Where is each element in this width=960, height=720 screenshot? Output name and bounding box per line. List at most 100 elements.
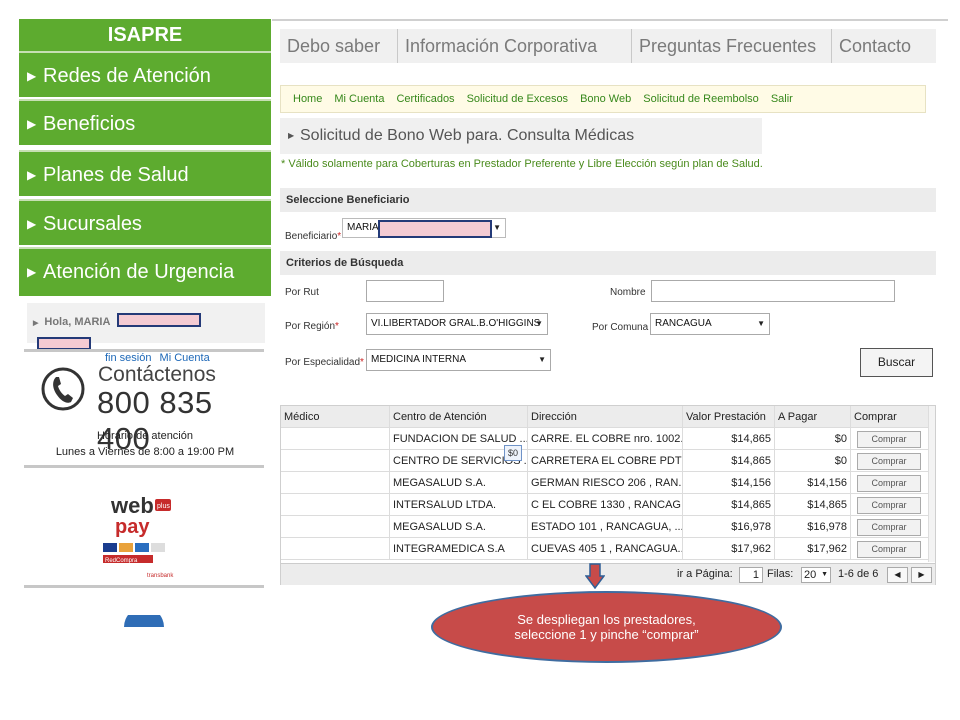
cell-valor: $14,865	[683, 494, 775, 516]
table-row[interactable]: CENTRO DE SERVICIOS ... CARRETERA EL COB…	[281, 450, 929, 472]
table-row[interactable]: MEGASALUD S.A. GERMAN RIESCO 206 , RAN..…	[281, 472, 929, 494]
cell-valor: $14,865	[683, 450, 775, 472]
rows-per-page-select[interactable]: 20 ▼	[801, 567, 831, 583]
table-row[interactable]: MEGASALUD S.A. ESTADO 101 , RANCAGUA, ..…	[281, 516, 929, 538]
column-header-direccion[interactable]: Dirección	[528, 406, 683, 428]
buy-button[interactable]: Comprar	[857, 453, 921, 470]
region-label: Por Región*	[285, 321, 339, 332]
chevron-right-icon: ▶	[27, 265, 37, 279]
search-button[interactable]: Buscar	[860, 348, 933, 377]
column-header-valor[interactable]: Valor Prestación	[683, 406, 775, 428]
subnav-salir[interactable]: Salir	[771, 93, 793, 105]
topnav-contacto[interactable]: Contacto	[832, 29, 936, 63]
prev-page-button[interactable]: ◀	[887, 567, 908, 583]
sidebar-item-label: Atención de Urgencia	[43, 261, 235, 283]
cell-medico	[281, 516, 390, 538]
cell-valor: $14,865	[683, 428, 775, 450]
row-range: 1-6 de 6	[838, 568, 879, 580]
specialty-select[interactable]: MEDICINA INTERNA ▼	[366, 349, 551, 371]
table-scrollbar[interactable]	[928, 406, 935, 562]
page-number-input[interactable]: 1	[739, 567, 763, 583]
coverage-note: * Válido solamente para Coberturas en Pr…	[281, 158, 763, 170]
sidebar-item-planes[interactable]: ▶ Planes de Salud	[19, 150, 271, 196]
table-pager: ir a Página: 1 Filas: 20 ▼ 1-6 de 6 ◀ ▶	[281, 563, 935, 585]
phone-icon	[41, 367, 85, 411]
column-header-medico[interactable]: Médico	[281, 406, 390, 428]
chevron-right-icon: ▶	[27, 168, 37, 182]
hours-detail: Lunes a Viernes de 8:00 a 19:00 PM	[55, 446, 235, 458]
svg-text:pay: pay	[115, 516, 150, 538]
topnav-informacion-corporativa[interactable]: Información Corporativa	[398, 29, 632, 63]
next-page-button[interactable]: ▶	[911, 567, 932, 583]
sidebar-item-label: Redes de Atención	[43, 65, 211, 87]
chevron-right-icon: ▶	[918, 570, 925, 579]
buy-button[interactable]: Comprar	[857, 541, 921, 558]
cell-pagar: $16,978	[775, 516, 851, 538]
comuna-label: Por Comuna	[592, 322, 649, 333]
subnav-bono-web[interactable]: Bono Web	[580, 93, 631, 105]
name-label: Nombre	[610, 287, 646, 298]
instruction-callout: Se despliegan los prestadores, seleccion…	[431, 591, 782, 663]
chevron-right-icon: ▶	[27, 117, 37, 131]
cell-centro: INTERSALUD LTDA.	[390, 494, 528, 516]
screenshot-stage: ISAPRE ▶ Redes de Atención ▶ Beneficios …	[0, 0, 960, 720]
subnav-home[interactable]: Home	[293, 93, 322, 105]
page-title: ▶ Solicitud de Bono Web para. Consulta M…	[280, 118, 762, 154]
sidebar-title: ISAPRE	[19, 19, 271, 51]
rut-label: Por Rut	[285, 287, 319, 298]
subnav-certificados[interactable]: Certificados	[396, 93, 454, 105]
buy-button[interactable]: Comprar	[857, 519, 921, 536]
comuna-select[interactable]: RANCAGUA ▼	[650, 313, 770, 335]
cell-direccion: C EL COBRE 1330 , RANCAG...	[528, 494, 683, 516]
results-table: Médico Centro de Atención Dirección Valo…	[280, 405, 936, 585]
region-select[interactable]: VI.LIBERTADOR GRAL.B.O'HIGGINS ▼	[366, 313, 548, 335]
buy-button[interactable]: Comprar	[857, 497, 921, 514]
sidebar-item-redes[interactable]: ▶ Redes de Atención	[19, 51, 271, 97]
chevron-down-icon: ▼	[538, 355, 546, 364]
chevron-right-icon: ▶	[27, 217, 37, 231]
table-row[interactable]: INTEGRAMEDICA S.A CUEVAS 405 1 , RANCAGU…	[281, 538, 929, 560]
buy-button[interactable]: Comprar	[857, 475, 921, 492]
cell-direccion: CARRE. EL COBRE nro. 1002...	[528, 428, 683, 450]
subnav-mi-cuenta[interactable]: Mi Cuenta	[334, 93, 384, 105]
criteria-section-header: Criterios de Búsqueda	[280, 251, 936, 275]
topnav-preguntas-frecuentes[interactable]: Preguntas Frecuentes	[632, 29, 832, 63]
subnav-solicitud-reembolso[interactable]: Solicitud de Reembolso	[643, 93, 759, 105]
cell-pagar: $14,156	[775, 472, 851, 494]
goto-page-label: ir a Página:	[677, 568, 733, 580]
topnav-debo-saber[interactable]: Debo saber	[280, 29, 398, 63]
subnav-solicitud-excesos[interactable]: Solicitud de Excesos	[467, 93, 569, 105]
sidebar-item-beneficios[interactable]: ▶ Beneficios	[19, 99, 271, 145]
column-header-centro[interactable]: Centro de Atención	[390, 406, 528, 428]
sidebar-item-label: Planes de Salud	[43, 164, 189, 186]
contact-title: Contáctenos	[98, 363, 216, 386]
cell-medico	[281, 450, 390, 472]
cell-direccion: CUEVAS 405 1 , RANCAGUA...	[528, 538, 683, 560]
redacted-surname	[117, 313, 201, 327]
sidebar: ISAPRE ▶ Redes de Atención ▶ Beneficios …	[19, 19, 271, 627]
sidebar-item-urgencia[interactable]: ▶ Atención de Urgencia	[19, 247, 271, 296]
divider	[24, 585, 264, 588]
cell-medico	[281, 538, 390, 560]
chevron-down-icon: ▼	[821, 571, 828, 578]
cell-valor: $16,978	[683, 516, 775, 538]
cell-pagar: $0	[775, 428, 851, 450]
beneficiary-section-header: Seleccione Beneficiario	[280, 188, 936, 212]
table-row[interactable]: INTERSALUD LTDA. C EL COBRE 1330 , RANCA…	[281, 494, 929, 516]
chevron-right-icon: ▶	[27, 69, 37, 83]
chevron-down-icon: ▼	[757, 319, 765, 328]
name-input[interactable]	[651, 280, 895, 302]
svg-text:RedCompra: RedCompra	[105, 558, 138, 564]
top-nav: Debo saber Información Corporativa Pregu…	[280, 29, 936, 63]
chevron-down-icon: ▼	[493, 223, 501, 232]
sidebar-item-label: Beneficios	[43, 113, 136, 135]
callout-line: seleccione 1 y pinche “comprar”	[514, 627, 699, 642]
column-header-pagar[interactable]: A Pagar	[775, 406, 851, 428]
sidebar-item-sucursales[interactable]: ▶ Sucursales	[19, 199, 271, 245]
buy-button[interactable]: Comprar	[857, 431, 921, 448]
divider	[24, 465, 264, 468]
table-row[interactable]: FUNDACION DE SALUD ... CARRE. EL COBRE n…	[281, 428, 929, 450]
main-content: Debo saber Información Corporativa Pregu…	[272, 19, 948, 626]
rut-input[interactable]	[366, 280, 444, 302]
cell-valor: $14,156	[683, 472, 775, 494]
